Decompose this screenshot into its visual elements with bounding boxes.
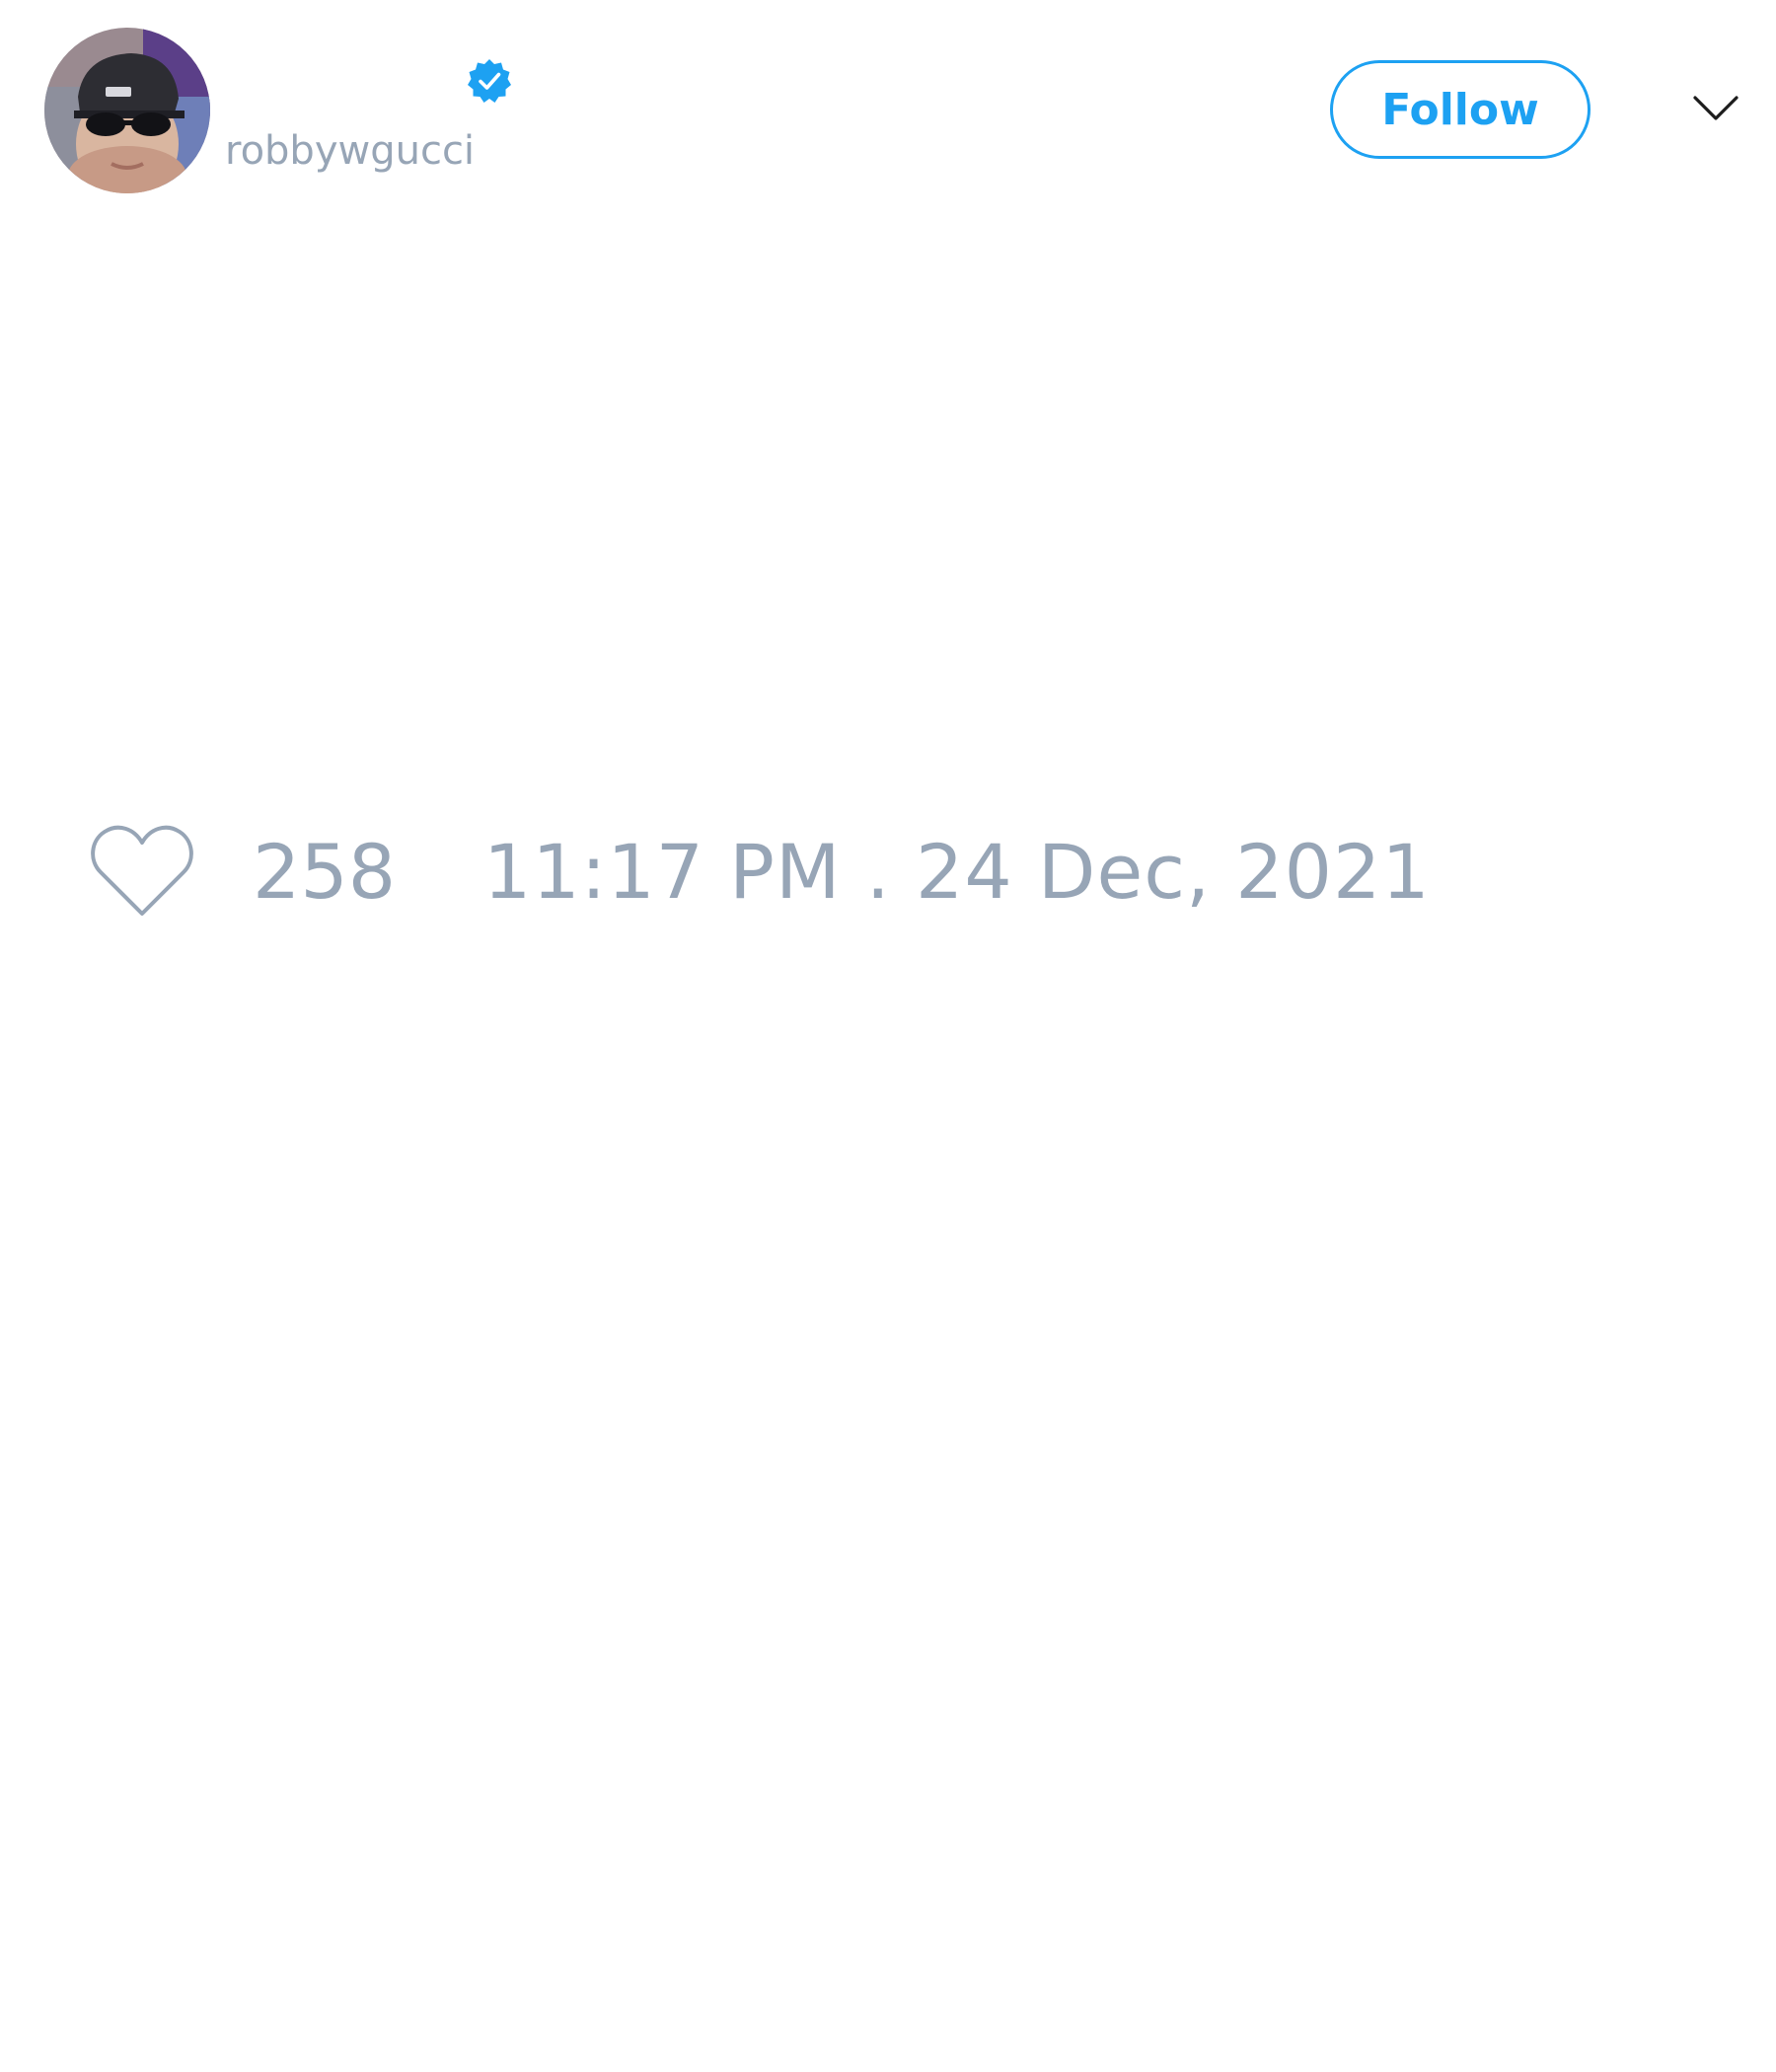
heart-outline-icon[interactable] — [89, 823, 195, 920]
like-count: 258 — [253, 828, 397, 916]
avatar[interactable] — [44, 28, 210, 193]
verified-badge-icon — [466, 57, 513, 105]
username[interactable]: robbywgucci — [225, 128, 475, 174]
tweet-timestamp[interactable]: 11:17 PM . 24 Dec, 2021 — [483, 827, 1431, 918]
chevron-down-icon[interactable] — [1693, 94, 1739, 123]
avatar-photo — [44, 28, 210, 193]
follow-button[interactable]: Follow — [1330, 60, 1591, 159]
